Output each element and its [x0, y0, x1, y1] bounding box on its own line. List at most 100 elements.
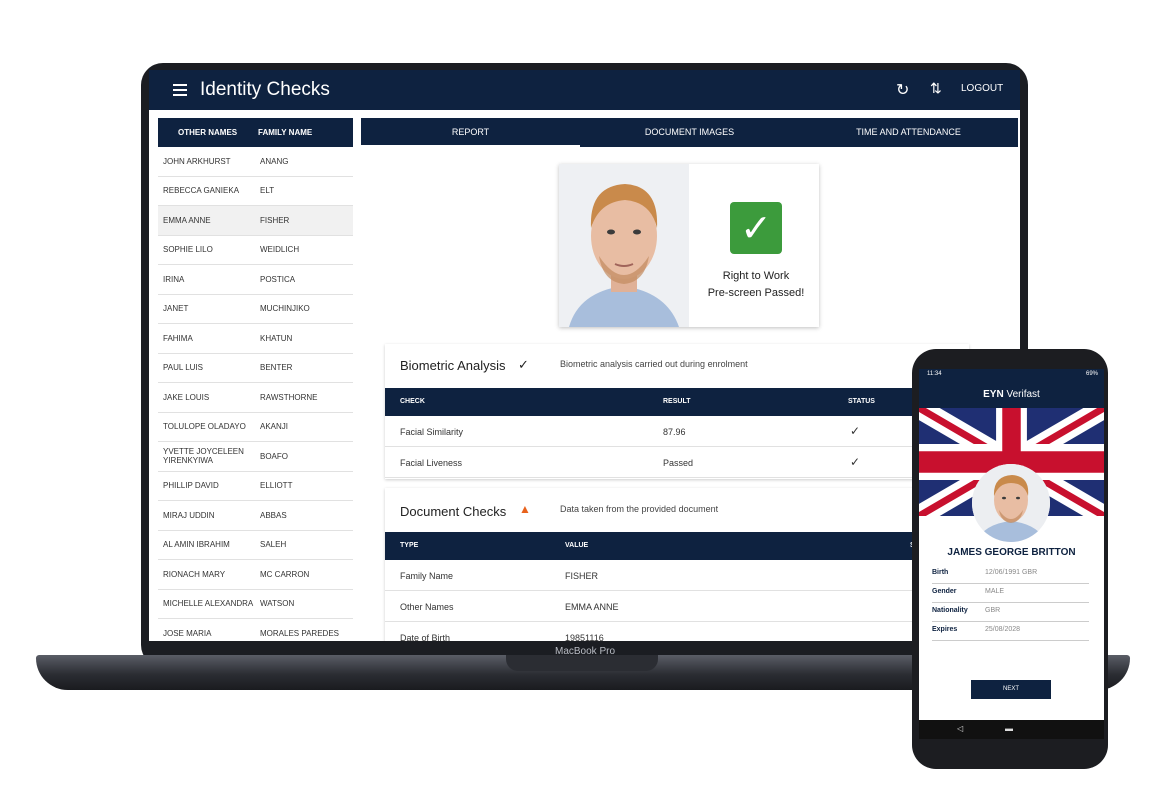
header-other-names: OTHER NAMES: [178, 128, 238, 137]
field-type: Date of Birth: [400, 633, 451, 641]
field-value: EMMA ANNE: [565, 602, 619, 612]
sort-icon[interactable]: ⇅: [930, 80, 942, 97]
list-item[interactable]: MICHELLE ALEXANDRA WATSON: [158, 589, 353, 619]
result-line-2: Pre-screen Passed!: [707, 287, 805, 299]
passed-check-icon: ✓: [730, 202, 782, 254]
holder-field: Expires 25/08/2028: [932, 622, 1089, 641]
table-row: Family Name FISHER: [385, 560, 969, 591]
card-description: Biometric analysis carried out during en…: [560, 359, 748, 369]
other-names: TOLULOPE OLADAYO: [163, 422, 246, 432]
col-status: STATUS: [848, 398, 875, 405]
other-names: IRINA: [163, 274, 185, 284]
list-item[interactable]: YVETTE JOYCELEEN YIRENKYIWA BOAFO: [158, 442, 353, 472]
list-item[interactable]: JOSE MARIA MORALES PAREDES: [158, 619, 353, 641]
report-tabs: REPORT DOCUMENT IMAGES TIME AND ATTENDAN…: [361, 118, 1018, 147]
list-item[interactable]: FAHIMA KHATUN: [158, 324, 353, 354]
table-header: CHECK RESULT STATUS: [385, 388, 969, 416]
table-row: Facial Similarity 87.96 ✓: [385, 416, 969, 447]
card-description: Data taken from the provided document: [560, 504, 719, 514]
result-line-1: Right to Work: [722, 270, 790, 282]
list-item[interactable]: REBECCA GANIEKA ELT: [158, 176, 353, 206]
list-item[interactable]: IRINA POSTICA: [158, 265, 353, 295]
list-item[interactable]: SOPHIE LILO WEIDLICH: [158, 235, 353, 265]
names-list: OTHER NAMES FAMILY NAME JOHN ARKHURST ANA…: [158, 118, 353, 641]
check-name: Facial Similarity: [400, 427, 464, 437]
other-names: JOSE MARIA: [163, 628, 212, 638]
phone-status-bar: 11:34 69%: [919, 369, 1104, 381]
home-icon[interactable]: ▬: [1005, 724, 1013, 733]
status-time: 11:34: [927, 371, 942, 377]
other-names: YVETTE JOYCELEEN YIRENKYIWA: [163, 447, 244, 466]
family-name: BENTER: [260, 363, 293, 373]
col-result: RESULT: [663, 398, 691, 405]
table-row: Other Names EMMA ANNE: [385, 591, 969, 622]
tab-report[interactable]: REPORT: [361, 118, 580, 147]
field-label: Gender: [932, 588, 957, 595]
list-item[interactable]: PAUL LUIS BENTER: [158, 353, 353, 383]
logout-button[interactable]: LOGOUT: [961, 83, 1003, 94]
other-names: REBECCA GANIEKA: [163, 186, 240, 196]
list-item[interactable]: JOHN ARKHURST ANANG: [158, 147, 353, 177]
other-names: MICHELLE ALEXANDRA: [163, 599, 254, 609]
list-item[interactable]: TOLULOPE OLADAYO AKANJI: [158, 412, 353, 442]
other-names: PAUL LUIS: [163, 363, 204, 373]
list-item[interactable]: MIRAJ UDDIN ABBAS: [158, 501, 353, 531]
check-result: 87.96: [663, 427, 686, 437]
family-name: BOAFO: [260, 451, 289, 461]
field-value: MALE: [985, 588, 1005, 595]
holder-avatar: [972, 464, 1050, 542]
other-names: JAKE LOUIS: [163, 392, 210, 402]
other-names: EMMA ANNE: [163, 215, 211, 225]
list-item[interactable]: JAKE LOUIS RAWSTHORNE: [158, 383, 353, 413]
check-status: ✓: [850, 424, 861, 438]
list-item[interactable]: PHILLIP DAVID ELLIOTT: [158, 471, 353, 501]
brand-rest: Verifast: [1006, 389, 1040, 400]
names-list-header: OTHER NAMES FAMILY NAME: [158, 118, 353, 147]
list-item[interactable]: JANET MUCHINJIKO: [158, 294, 353, 324]
holder-field: Gender MALE: [932, 584, 1089, 603]
applicant-photo: [559, 164, 689, 327]
result-card: ✓ Right to Work Pre-screen Passed!: [559, 164, 819, 327]
col-check: CHECK: [400, 398, 425, 405]
app-title: Identity Checks: [200, 79, 330, 100]
field-label: Nationality: [932, 607, 968, 614]
other-names: AL AMIN IBRAHIM: [163, 540, 230, 550]
tab-document-images[interactable]: DOCUMENT IMAGES: [580, 118, 799, 147]
holder-field: Birth 12/06/1991 GBR: [932, 565, 1089, 584]
family-name: SALEH: [260, 540, 287, 550]
family-name: MORALES PAREDES: [260, 628, 339, 638]
other-names: RIONACH MARY: [163, 569, 226, 579]
list-item[interactable]: AL AMIN IBRAHIM SALEH: [158, 530, 353, 560]
field-value: FISHER: [565, 571, 599, 581]
refresh-icon[interactable]: ↻: [896, 80, 909, 100]
family-name: ABBAS: [260, 510, 287, 520]
check-result: Passed: [663, 458, 694, 468]
family-name: RAWSTHORNE: [260, 392, 318, 402]
table-header: TYPE VALUE S: [385, 532, 969, 560]
check-name: Facial Liveness: [400, 458, 463, 468]
phone-nav-bar: ◁ ▬: [919, 720, 1104, 739]
family-name: AKANJI: [260, 422, 289, 432]
family-name: POSTICA: [260, 274, 296, 284]
next-button[interactable]: NEXT: [971, 680, 1051, 699]
other-names: PHILLIP DAVID: [163, 481, 219, 491]
laptop-brand: MacBook Pro: [554, 646, 616, 657]
tab-time-and-attendance[interactable]: TIME AND ATTENDANCE: [799, 118, 1018, 147]
header-family-name: FAMILY NAME: [258, 128, 313, 137]
list-item[interactable]: EMMA ANNE FISHER: [158, 206, 353, 236]
family-name: MC CARRON: [260, 569, 310, 579]
laptop-screen: Identity Checks ↻ ⇅ LOGOUT OTHER NAMES F…: [149, 70, 1020, 641]
laptop-notch: [506, 655, 658, 671]
field-label: Birth: [932, 569, 949, 576]
list-item[interactable]: RIONACH MARY MC CARRON: [158, 560, 353, 590]
hamburger-icon[interactable]: [173, 84, 187, 96]
card-title: Document Checks: [400, 504, 507, 519]
field-value: GBR: [985, 607, 1001, 614]
brand-bold: EYN: [983, 389, 1004, 400]
other-names: MIRAJ UDDIN: [163, 510, 215, 520]
field-value: 25/08/2028: [985, 626, 1021, 633]
col-value: VALUE: [565, 542, 589, 549]
document-checks-card: Document Checks ▲ Data taken from the pr…: [385, 488, 969, 641]
back-icon[interactable]: ◁: [957, 724, 963, 733]
warning-icon: ▲: [519, 502, 531, 516]
